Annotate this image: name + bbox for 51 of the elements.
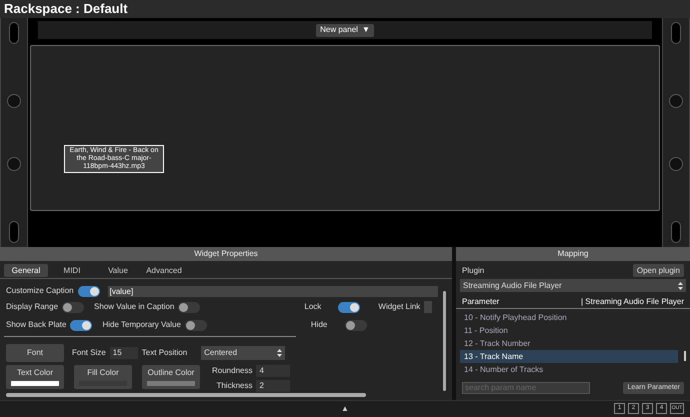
caption-input-field[interactable]: [value] bbox=[108, 286, 438, 296]
open-plugin-button[interactable]: Open plugin bbox=[632, 264, 684, 277]
panel-title: Mapping bbox=[456, 247, 690, 261]
toggle-switch[interactable] bbox=[78, 286, 100, 296]
text-position-select[interactable]: Centered bbox=[201, 346, 286, 360]
toggle-switch[interactable] bbox=[338, 302, 360, 312]
tab[interactable]: General bbox=[4, 264, 48, 277]
toggle-switch[interactable] bbox=[184, 320, 207, 330]
window-title: Rackspace : Default bbox=[0, 0, 690, 18]
field-label: Thickness bbox=[216, 380, 252, 392]
field-label: Widget Link bbox=[378, 301, 420, 313]
widget-link-field[interactable] bbox=[424, 301, 432, 313]
toggle-switch[interactable] bbox=[70, 320, 92, 330]
field-label: Font Size bbox=[72, 347, 106, 359]
field-label: Plugin bbox=[462, 264, 484, 276]
thickness-field[interactable]: 2 bbox=[256, 380, 290, 392]
plugin-select[interactable]: Streaming Audio File Player bbox=[460, 279, 686, 292]
tab[interactable]: MIDI bbox=[50, 264, 94, 277]
toggle-label: Hide bbox=[310, 319, 328, 331]
tab[interactable]: Value bbox=[96, 264, 140, 277]
stepper-icon bbox=[277, 349, 282, 357]
font-button[interactable]: Font bbox=[6, 344, 64, 362]
toggle-switch[interactable] bbox=[62, 302, 84, 312]
field-label: Customize Caption bbox=[6, 285, 74, 297]
column-header: | Streaming Audio File Player bbox=[580, 296, 684, 308]
toggle-label: Display Range bbox=[6, 301, 58, 313]
color-button[interactable]: Fill Color bbox=[74, 365, 132, 389]
roundness-field[interactable]: 4 bbox=[256, 365, 290, 377]
toggle-label: Hide Temporary Value bbox=[102, 319, 181, 331]
parameter-row[interactable]: 12 - Track Number bbox=[460, 337, 678, 350]
font-size-field[interactable]: 15 bbox=[110, 347, 138, 359]
tab[interactable]: Advanced bbox=[142, 264, 186, 277]
column-header: Parameter bbox=[462, 296, 500, 308]
stepper-icon bbox=[678, 282, 683, 290]
toggle-label: Show Value in Caption bbox=[94, 301, 174, 313]
toggle-switch[interactable] bbox=[344, 320, 367, 330]
toggle-switch[interactable] bbox=[178, 302, 200, 312]
panel-title: Widget Properties bbox=[0, 247, 452, 261]
color-button[interactable]: Text Color bbox=[6, 365, 64, 389]
toggle-label: Show Back Plate bbox=[6, 319, 66, 331]
parameter-row[interactable]: 13 - Track Name bbox=[460, 350, 678, 363]
parameter-row[interactable]: 11 - Position bbox=[460, 324, 678, 337]
field-label: Text Position bbox=[142, 347, 188, 359]
color-button[interactable]: Outline Color bbox=[142, 365, 200, 389]
field-label: Roundness bbox=[212, 365, 252, 377]
parameter-row[interactable]: 14 - Number of Tracks bbox=[460, 363, 678, 376]
new-panel-dropdown[interactable]: New panel ▼ bbox=[316, 24, 374, 36]
parameter-row[interactable]: 10 - Notify Playhead Position bbox=[460, 311, 678, 324]
scrollbar bbox=[684, 351, 686, 361]
toggle-label: Lock bbox=[304, 301, 322, 313]
collapse-toggle[interactable]: ▲ bbox=[341, 403, 349, 415]
